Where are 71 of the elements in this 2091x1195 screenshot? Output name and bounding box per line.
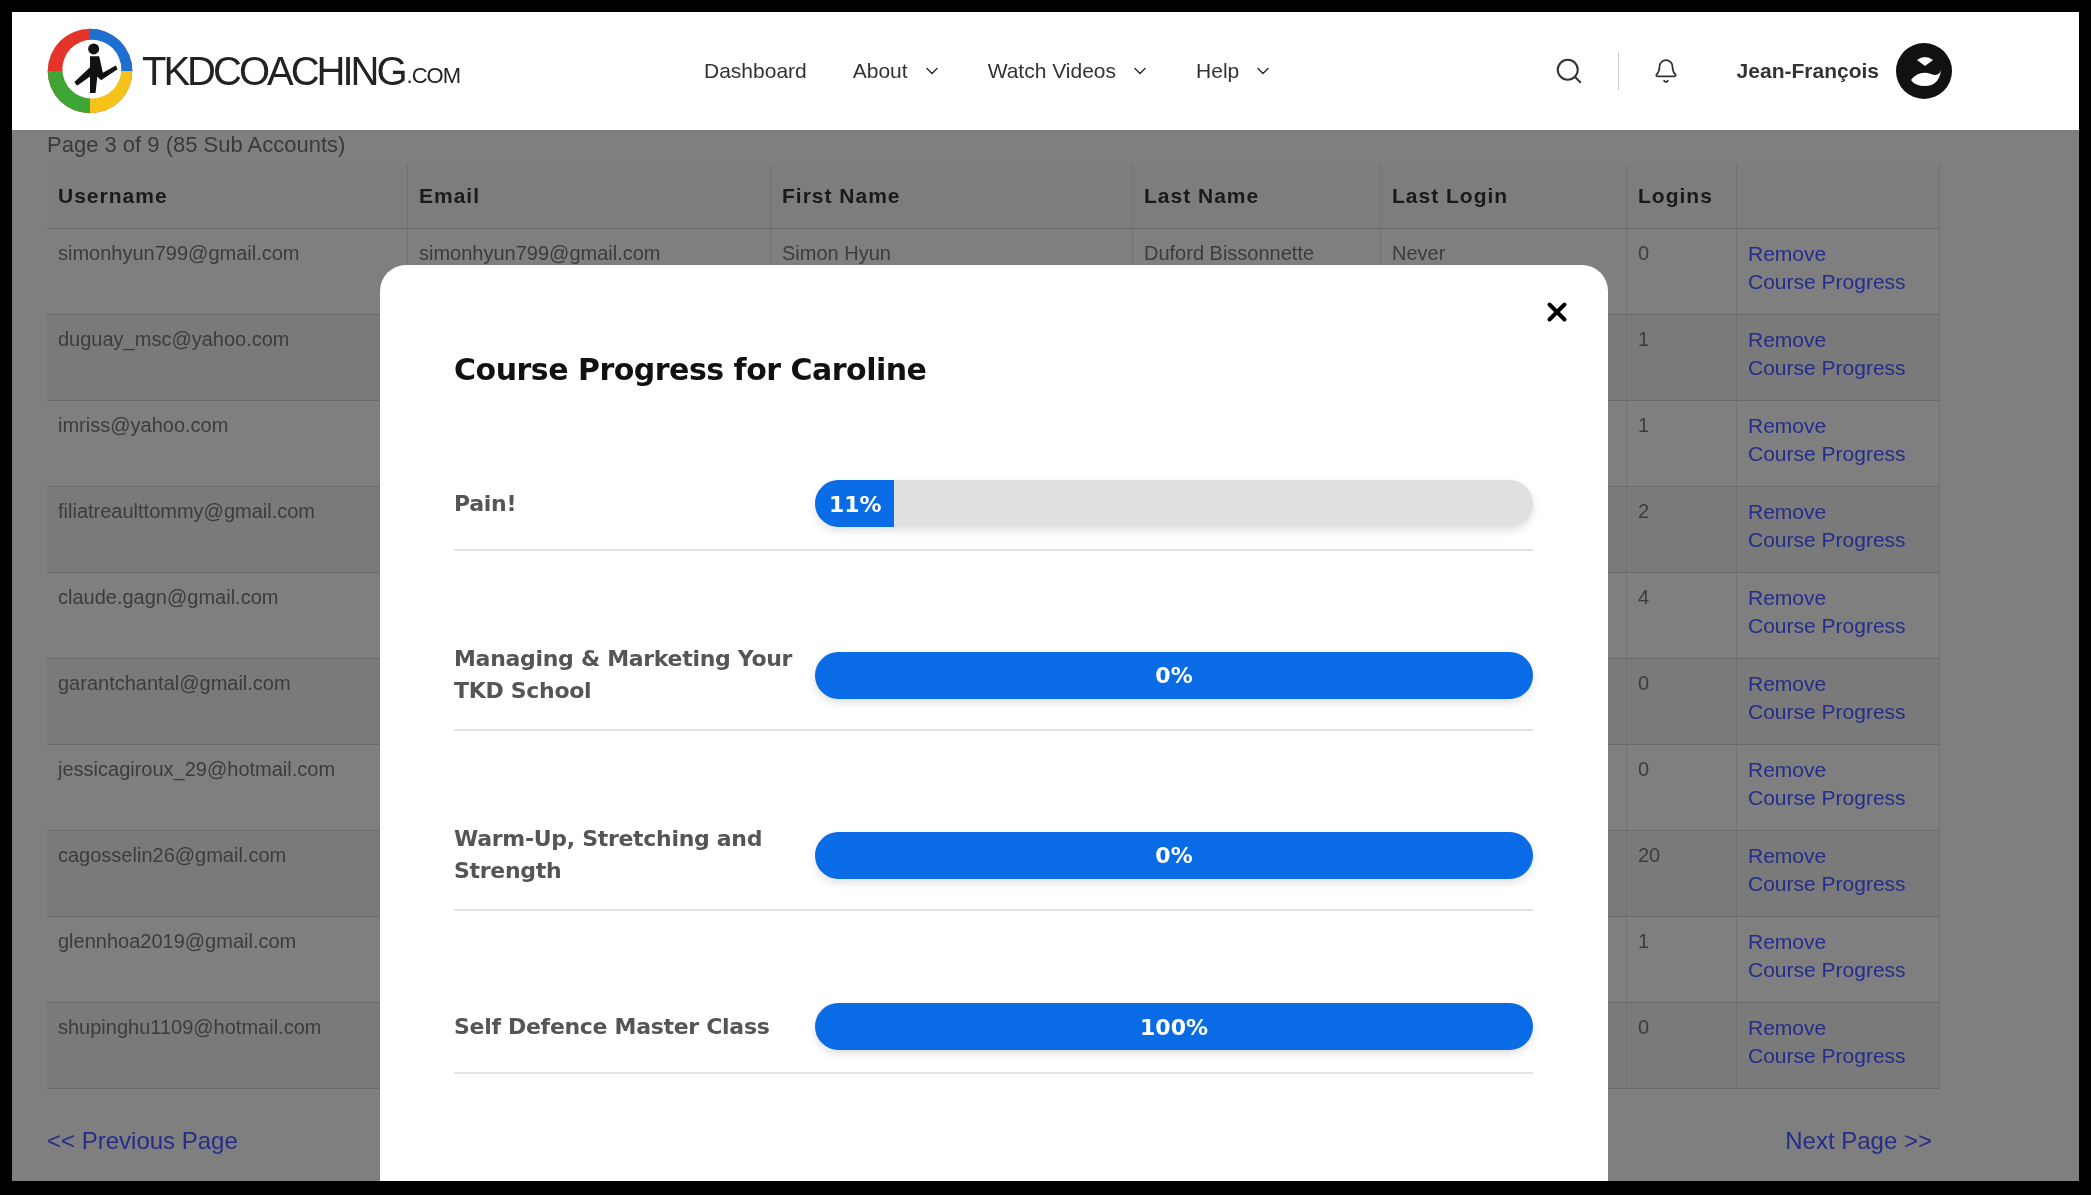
table-cell: jessicagiroux_29@hotmail.com [58,758,336,781]
action-link[interactable]: Course Progress [1748,700,1906,724]
table-cell: cagosselin26@gmail.com [58,844,287,867]
column-header: Last Name [1144,184,1260,208]
user-name[interactable]: Jean-François [1736,59,1879,83]
previous-page-link[interactable]: << Previous Page [47,1127,238,1155]
action-link[interactable]: Course Progress [1748,1044,1906,1068]
action-link[interactable]: Course Progress [1748,872,1906,896]
table-cell: filiatreaulttommy@gmail.com [58,500,316,523]
table-cell: 0 [1638,1016,1650,1039]
table-cell: duguay_msc@yahoo.com [58,328,290,351]
action-link[interactable]: Course Progress [1748,528,1906,552]
page-info: Page 3 of 9 (85 Sub Accounts) [47,132,347,158]
action-link[interactable]: Remove [1748,930,1827,954]
table-cell: 20 [1638,844,1661,867]
table-cell: 0 [1638,242,1650,265]
table-cell: simonhyun799@gmail.com [58,242,300,265]
table-cell: 1 [1638,930,1650,953]
action-link[interactable]: Course Progress [1748,356,1906,380]
dialog-title: Course Progress for Caroline [454,351,928,389]
table-cell: Duford Bissonnette [1144,242,1315,265]
table-cell: claude.gagn@gmail.com [58,586,279,609]
nav-link[interactable]: Dashboard [704,59,807,83]
table-cell: 2 [1638,500,1650,523]
table-cell: garantchantal@gmail.com [58,672,291,695]
table-cell: simonhyun799@gmail.com [419,242,661,265]
table-cell: Simon Hyun [782,242,891,265]
nav-link[interactable]: Help [1196,59,1274,83]
course-name: Pain! [454,489,518,518]
bell-icon[interactable] [1652,58,1679,84]
action-link[interactable]: Course Progress [1748,614,1906,638]
action-link[interactable]: Course Progress [1748,786,1906,810]
course-name: Warm-Up, Stretching and Strength [454,825,764,885]
avatar-icon[interactable] [1895,42,1953,100]
next-page-link[interactable]: Next Page >> [1785,1127,1932,1155]
table-cell: Never [1392,242,1446,265]
column-header: Last Login [1392,184,1509,208]
action-link[interactable]: Remove [1748,500,1827,524]
action-link[interactable]: Course Progress [1748,958,1906,982]
action-link[interactable]: Remove [1748,414,1827,438]
action-link[interactable]: Course Progress [1748,270,1906,294]
logo-text: TKDCOACHING [142,48,405,94]
action-link[interactable]: Remove [1748,242,1827,266]
table-cell: 1 [1638,414,1650,437]
progress-reading: 100% [1140,1014,1208,1039]
nav-link[interactable]: About [852,59,942,83]
progress-reading: 0% [1155,662,1193,688]
table-cell: 4 [1638,586,1650,609]
table-cell: 0 [1638,672,1650,695]
nav-link[interactable]: Watch Videos [987,59,1151,83]
action-link[interactable]: Remove [1748,328,1827,352]
action-link[interactable]: Course Progress [1748,442,1906,466]
table-cell: shupinghu1109@hotmail.com [58,1016,322,1039]
column-header: Username [58,184,168,208]
progress-reading: 0% [1155,842,1193,868]
action-link[interactable]: Remove [1748,672,1827,696]
action-link[interactable]: Remove [1748,586,1827,610]
progress-reading: 11% [829,491,882,516]
column-header: Email [419,184,481,208]
action-link[interactable]: Remove [1748,844,1827,868]
table-cell: 1 [1638,328,1650,351]
course-name: Self Defence Master Class [454,1012,771,1041]
action-link[interactable]: Remove [1748,758,1827,782]
table-cell: 0 [1638,758,1650,781]
action-link[interactable]: Remove [1748,1016,1827,1040]
course-name: Managing & Marketing Your TKD School [454,645,794,705]
column-header: Logins [1638,184,1713,208]
table-cell: glennhoa2019@gmail.com [58,930,297,953]
logo-suffix: .COM [406,63,461,89]
column-header: First Name [782,184,901,208]
table-cell: imriss@yahoo.com [58,414,229,437]
